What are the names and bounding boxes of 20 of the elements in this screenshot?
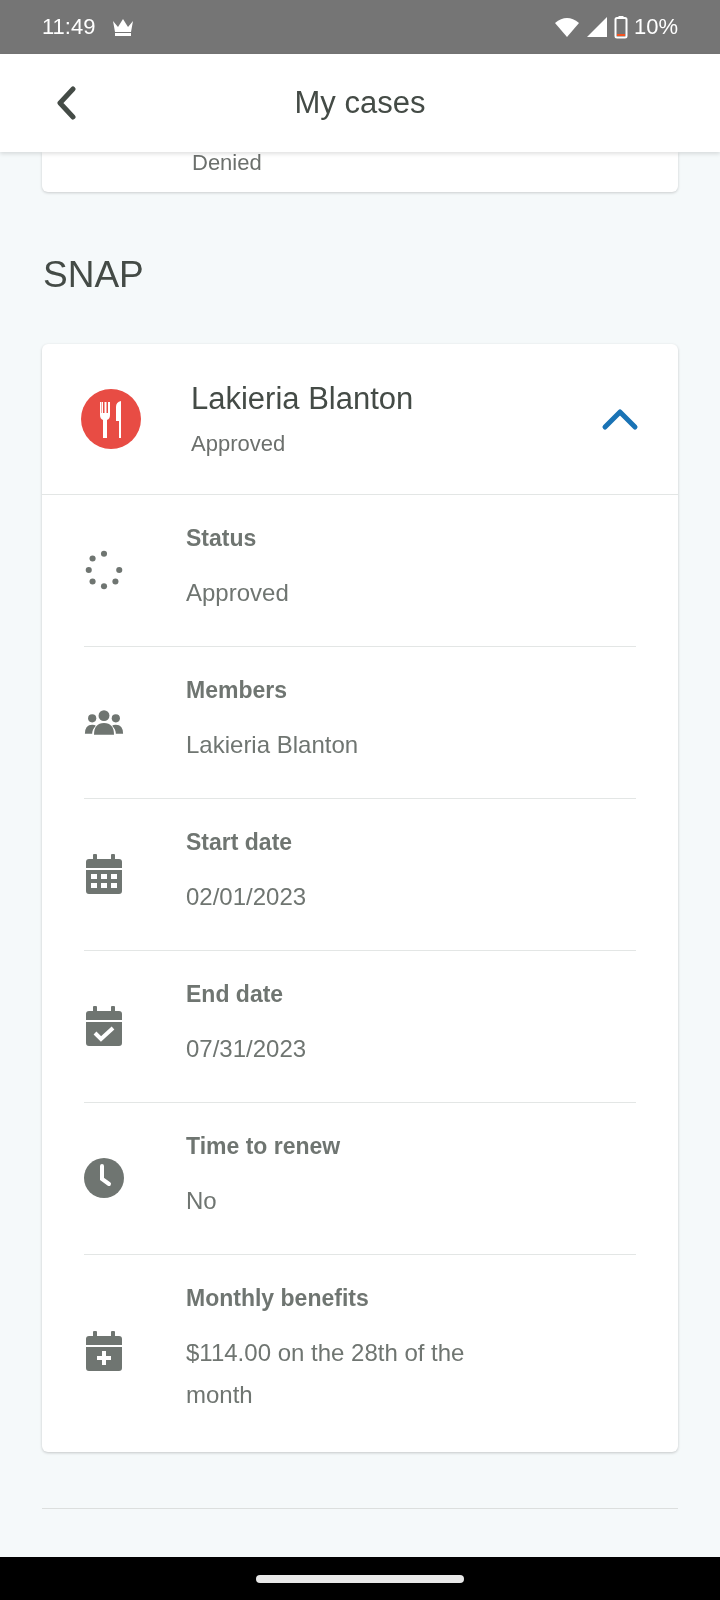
case-card[interactable]: Denied <box>42 152 678 192</box>
section-title: SNAP <box>43 254 145 296</box>
detail-value: $114.00 on the 28th of the month <box>186 1338 466 1410</box>
case-status: Approved <box>191 431 286 457</box>
detail-value: Approved <box>186 578 289 608</box>
detail-value: 07/31/2023 <box>186 1034 307 1064</box>
case-name: Lakieria Blanton <box>191 381 414 417</box>
detail-value: Lakieria Blanton <box>186 730 359 760</box>
page-title: My cases <box>294 85 426 121</box>
clock-time: 11:49 <box>42 14 96 40</box>
detail-label: Start date <box>186 829 293 856</box>
detail-value: 02/01/2023 <box>186 882 307 912</box>
detail-label: Status <box>186 525 257 552</box>
detail-label: End date <box>186 981 284 1008</box>
detail-label: Time to renew <box>186 1133 341 1160</box>
case-status: Denied <box>192 152 262 174</box>
detail-value: No <box>186 1186 217 1216</box>
detail-label: Monthly benefits <box>186 1285 369 1312</box>
detail-label: Members <box>186 677 287 704</box>
battery-percent: 10% <box>633 14 678 40</box>
